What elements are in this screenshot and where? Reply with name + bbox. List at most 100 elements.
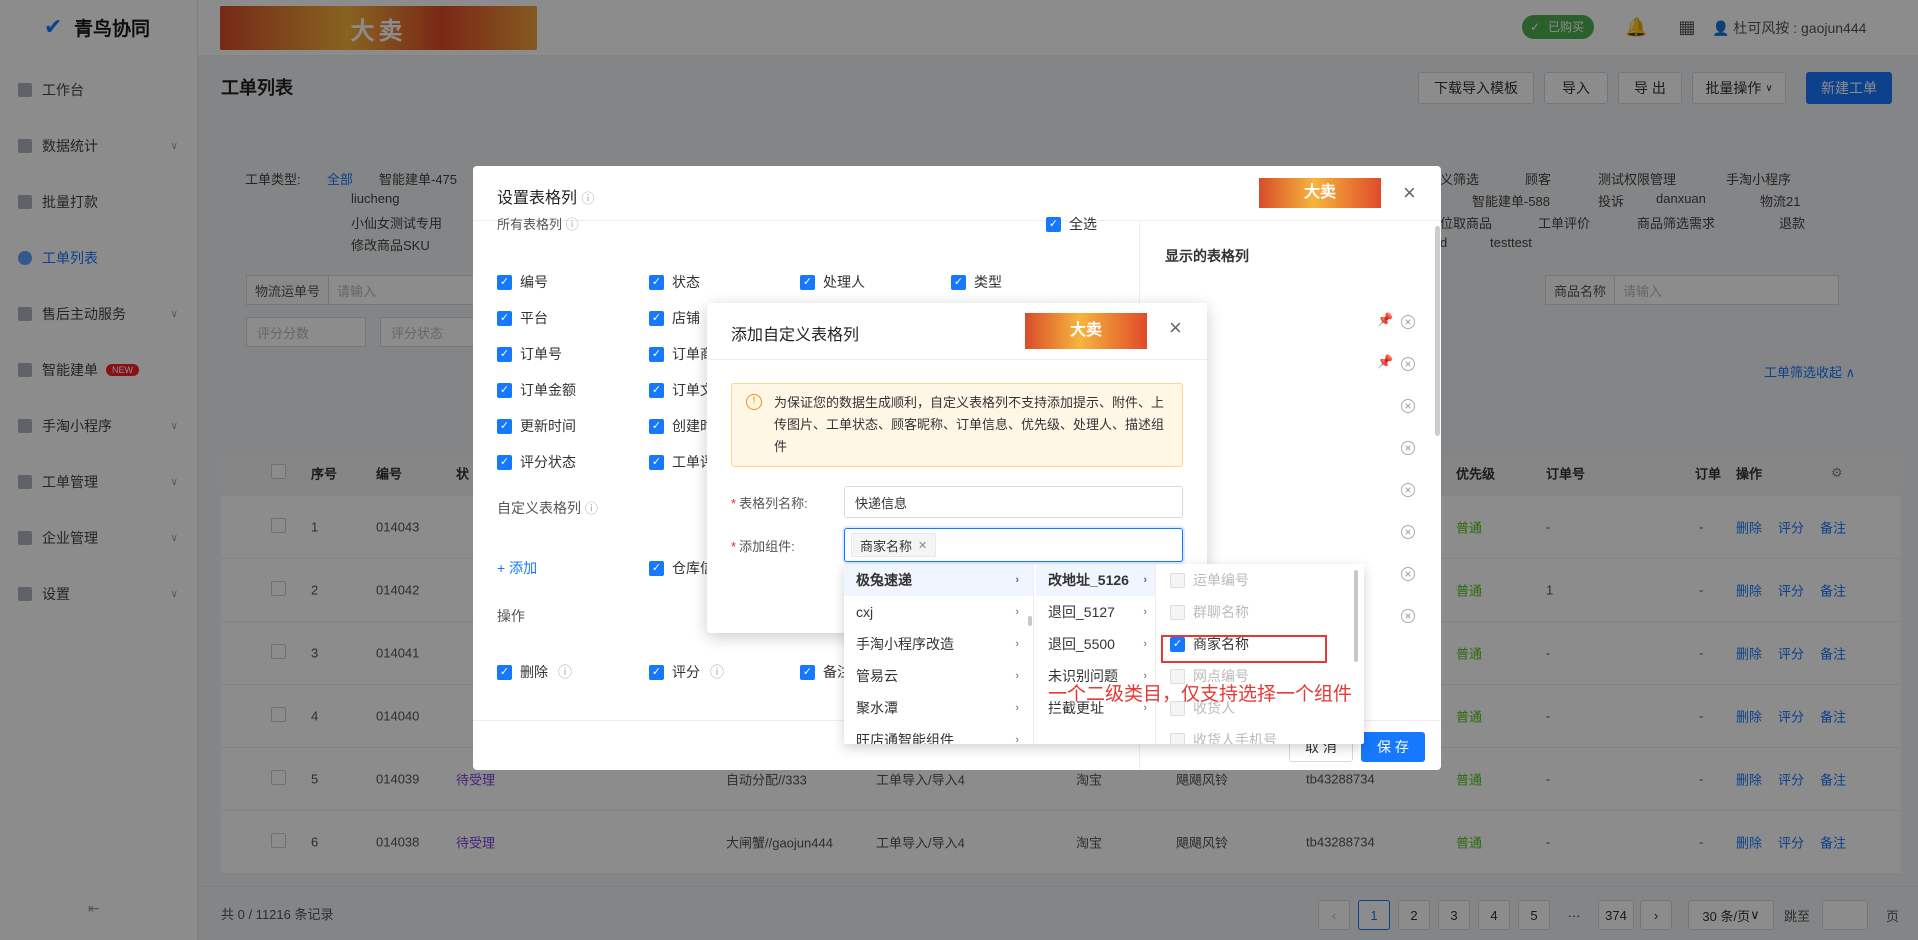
column-checkbox[interactable]: ✓ 处理人 [800, 272, 865, 292]
selected-tag: 商家名称 ✕ [851, 533, 937, 557]
pin-icon[interactable]: 📌 [1377, 354, 1393, 370]
check-icon: ✓ [497, 310, 512, 326]
column-name-input[interactable]: 快递信息 [844, 486, 1183, 518]
cascader-option[interactable]: 手淘小程序改造 › [844, 628, 1033, 660]
info-icon: ⓘ [581, 191, 595, 206]
divider [707, 359, 1207, 360]
option-label: 改地址_5126 [1048, 572, 1129, 588]
column-checkbox[interactable]: ✓ 更新时间 [497, 416, 576, 436]
add-dialog-title: 添加自定义表格列 [731, 327, 860, 344]
checkbox [1170, 732, 1185, 744]
cascader-level-2: 改地址_5126 › 退回_5127 › 退回_5500 › 未识别问题 › 拦截更址 › [1036, 564, 1156, 744]
option-label: 运单编号 [1193, 572, 1249, 588]
cascader-level-1: 极兔速递 › cxj › 手淘小程序改造 › 管易云 › 聚水潭 › 旺店通智能组件 › [844, 564, 1034, 744]
all-cols-text: 所有表格列 [497, 217, 563, 232]
chevron-right-icon: › [1143, 606, 1147, 618]
column-checkbox[interactable]: ✓ 平台 [497, 308, 548, 328]
checkbox-label: 评分状态 [520, 454, 576, 470]
banner-text: 大卖 [1303, 184, 1336, 201]
column-checkbox[interactable]: ✓ 订单金额 [497, 380, 576, 400]
pin-icon[interactable]: 📌 [1377, 312, 1393, 328]
column-checkbox[interactable]: ✓ 订单商 [649, 344, 714, 364]
select-all-label: 全选 [1069, 216, 1097, 232]
promo-banner-small[interactable]: 大卖 [1025, 313, 1147, 349]
op-delete-checkbox[interactable]: ✓ 删除 ⓘ [497, 662, 572, 682]
cascader-option[interactable]: 极兔速递 › [844, 564, 1033, 596]
check-icon: ✓ [649, 454, 664, 470]
checkbox-label: 评分 [672, 664, 700, 680]
all-cols-label: 所有表格列 ⓘ [497, 214, 579, 233]
close-icon[interactable]: × [1403, 180, 1416, 206]
promo-banner-small[interactable]: 大卖 [1259, 178, 1381, 208]
checkbox-label: 更新时间 [520, 418, 576, 434]
check-icon: ✓ [497, 454, 512, 470]
chevron-right-icon: › [1015, 606, 1019, 618]
column-checkbox[interactable]: ✓ 类型 [951, 272, 1002, 292]
check-icon: ✓ [649, 310, 664, 326]
remove-icon[interactable]: × [1401, 357, 1415, 371]
divider [473, 220, 1441, 221]
check-icon: ✓ [649, 346, 664, 362]
remove-icon[interactable]: × [1401, 609, 1415, 623]
cascader-check-option[interactable]: 运单编号 [1158, 564, 1364, 596]
add-custom-link[interactable]: + 添加 [497, 558, 537, 578]
chevron-right-icon: › [1015, 734, 1019, 744]
banner-text: 大卖 [1069, 322, 1102, 339]
component-select[interactable]: 商家名称 ✕ [844, 528, 1183, 562]
column-checkbox[interactable]: ✓ 店铺 [649, 308, 700, 328]
cascader-option[interactable]: 退回_5500 › [1036, 628, 1155, 660]
column-checkbox[interactable]: ✓ 评分状态 [497, 452, 576, 472]
column-checkbox[interactable]: ✓ 工单评 [649, 452, 714, 472]
check-icon: ✓ [497, 418, 512, 434]
cascader-option[interactable]: 改地址_5126 › [1036, 564, 1155, 596]
option-label: 极兔速递 [856, 572, 912, 588]
annotation-highlight-box [1161, 635, 1327, 663]
select-all-checkbox[interactable]: ✓ 全选 [1046, 214, 1097, 234]
option-label: 管易云 [856, 668, 898, 684]
remove-icon[interactable]: × [1401, 525, 1415, 539]
chevron-right-icon: › [1015, 702, 1019, 714]
checkbox-label: 类型 [974, 274, 1002, 290]
cascader-check-option[interactable]: 群聊名称 [1158, 596, 1364, 628]
custom-cols-text: 自定义表格列 [497, 500, 581, 516]
checkbox-label: 店铺 [672, 310, 700, 326]
checkbox [1170, 572, 1185, 588]
remove-icon[interactable]: × [1401, 315, 1415, 329]
remove-icon[interactable]: × [1401, 399, 1415, 413]
op-score-checkbox[interactable]: ✓ 评分 ⓘ [649, 662, 724, 682]
cascader-option[interactable]: 退回_5127 › [1036, 596, 1155, 628]
remove-icon[interactable]: × [1401, 441, 1415, 455]
cascader-option[interactable]: 管易云 › [844, 660, 1033, 692]
checkbox-label: 编号 [520, 274, 548, 290]
cascader-option[interactable]: cxj › [844, 596, 1033, 628]
tag-close-icon[interactable]: ✕ [918, 539, 927, 552]
close-icon[interactable]: × [1169, 315, 1182, 341]
checkbox-label: 订单金额 [520, 382, 576, 398]
warehouse-checkbox[interactable]: ✓ 仓库信 [649, 558, 714, 578]
remove-icon[interactable]: × [1401, 483, 1415, 497]
column-checkbox[interactable]: ✓ 编号 [497, 272, 548, 292]
option-label: 退回_5500 [1048, 636, 1115, 652]
info-icon: ⓘ [710, 664, 724, 680]
scrollbar[interactable] [1028, 616, 1032, 626]
option-label: 退回_5127 [1048, 604, 1115, 620]
save-button[interactable]: 保 存 [1361, 732, 1425, 762]
info-icon: ⓘ [558, 664, 572, 680]
name-label: * 表格列名称: [731, 493, 808, 512]
column-checkbox[interactable]: ✓ 订单号 [497, 344, 562, 364]
cascader-check-option[interactable]: 收货人手机号 [1158, 724, 1364, 744]
column-checkbox[interactable]: ✓ 创建时 [649, 416, 714, 436]
column-checkbox[interactable]: ✓ 订单文 [649, 380, 714, 400]
option-label: cxj [856, 604, 874, 620]
check-icon: ✓ [497, 664, 512, 680]
remove-icon[interactable]: × [1401, 567, 1415, 581]
warning-icon: ! [746, 394, 762, 410]
cascader-option[interactable]: 旺店通智能组件 › [844, 724, 1033, 744]
notice-text: 为保证您的数据生成顺利，自定义表格列不支持添加提示、附件、上传图片、工单状态、顾… [774, 395, 1165, 454]
scrollbar[interactable] [1435, 226, 1440, 436]
scrollbar[interactable] [1354, 570, 1358, 662]
required-mark: * [731, 496, 737, 511]
check-icon: ✓ [1046, 216, 1061, 232]
column-checkbox[interactable]: ✓ 状态 [649, 272, 700, 292]
cascader-option[interactable]: 聚水潭 › [844, 692, 1033, 724]
